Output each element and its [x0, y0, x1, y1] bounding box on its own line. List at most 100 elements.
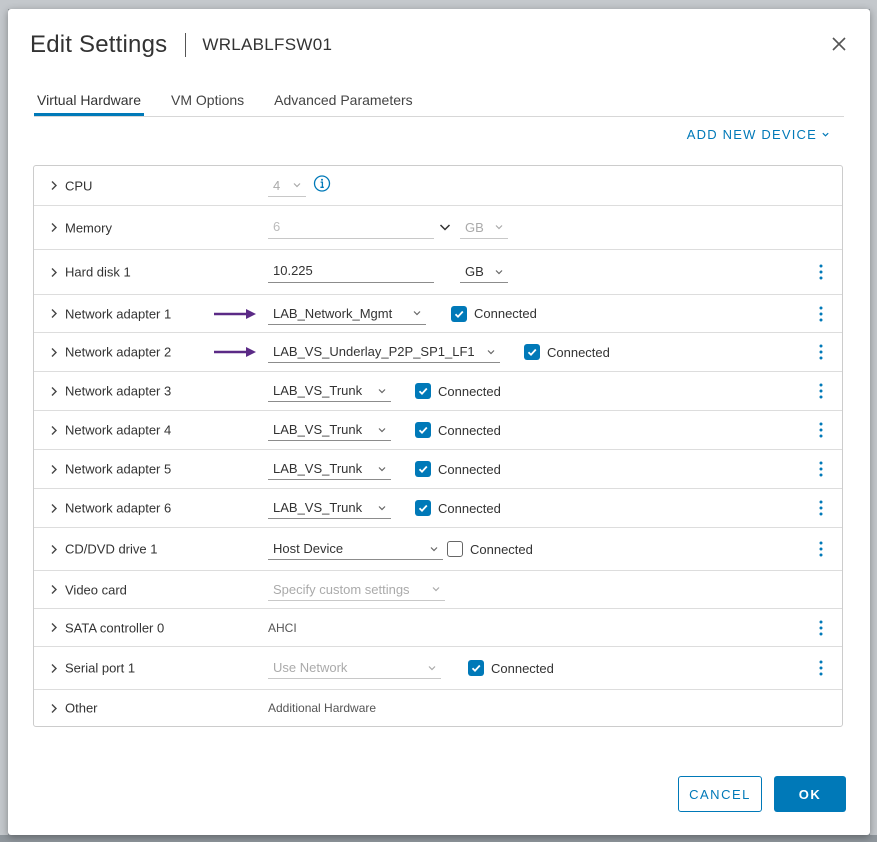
chevron-down-icon — [293, 183, 301, 188]
cd-dvd-connected-checkbox[interactable]: Connected — [447, 541, 533, 557]
memory-dropdown-toggle[interactable] — [438, 220, 454, 236]
expand-video-card[interactable]: Video card — [48, 582, 127, 597]
expand-hard-disk-1[interactable]: Hard disk 1 — [48, 265, 131, 280]
background-strip — [870, 9, 877, 835]
more-actions-icon[interactable] — [814, 619, 828, 637]
chevron-down-icon — [413, 311, 421, 316]
network-adapter-5-value: LAB_VS_Trunk — [273, 461, 363, 476]
hardware-row-video-card: Video card Specify custom settings — [34, 571, 842, 609]
more-actions-icon[interactable] — [814, 343, 828, 361]
chevron-down-icon — [378, 427, 386, 432]
connected-label: Connected — [438, 422, 501, 438]
more-actions-icon[interactable] — [814, 305, 828, 323]
connected-label: Connected — [491, 660, 554, 676]
more-actions-icon[interactable] — [814, 460, 828, 478]
expand-network-adapter-4[interactable]: Network adapter 4 — [48, 423, 171, 438]
expand-network-adapter-3[interactable]: Network adapter 3 — [48, 384, 171, 399]
expand-other[interactable]: Other — [48, 701, 98, 716]
video-card-settings-value: Specify custom settings — [273, 581, 410, 597]
network-adapter-2-connected-checkbox[interactable]: Connected — [524, 344, 610, 360]
tab-advanced-parameters[interactable]: Advanced Parameters — [271, 89, 416, 116]
network-adapter-4-select[interactable]: LAB_VS_Trunk — [268, 419, 391, 441]
network-adapter-3-select[interactable]: LAB_VS_Trunk — [268, 380, 391, 402]
chevron-right-icon — [51, 623, 57, 632]
background-strip — [0, 0, 877, 9]
expand-sata-controller-0[interactable]: SATA controller 0 — [48, 620, 164, 635]
cd-dvd-device-select[interactable]: Host Device — [268, 538, 443, 560]
expand-network-adapter-1[interactable]: Network adapter 1 — [48, 306, 171, 321]
expand-network-adapter-5[interactable]: Network adapter 5 — [48, 462, 171, 477]
expand-network-adapter-2[interactable]: Network adapter 2 — [48, 345, 171, 360]
more-actions-icon[interactable] — [814, 659, 828, 677]
memory-unit-value: GB — [465, 219, 484, 235]
chevron-right-icon — [51, 503, 57, 513]
tabs-divider — [34, 116, 844, 117]
cancel-button[interactable]: CANCEL — [678, 776, 762, 812]
add-new-device-button[interactable]: ADD NEW DEVICE — [687, 127, 830, 142]
checkbox-checked-icon — [415, 422, 431, 438]
tab-vm-options[interactable]: VM Options — [168, 89, 247, 116]
more-actions-icon[interactable] — [814, 263, 828, 281]
close-icon[interactable] — [830, 35, 848, 53]
network-adapter-3-connected-checkbox[interactable]: Connected — [415, 383, 501, 399]
hardware-row-network-adapter-1: Network adapter 1 LAB_Network_Mgmt Conne… — [34, 295, 842, 333]
network-adapter-1-connected-checkbox[interactable]: Connected — [451, 305, 537, 322]
more-actions-icon[interactable] — [814, 540, 828, 558]
chevron-down-icon — [430, 546, 438, 551]
hardware-row-other: Other Additional Hardware — [34, 690, 842, 726]
network-adapter-1-value: LAB_Network_Mgmt — [273, 305, 393, 321]
expand-cpu[interactable]: CPU — [48, 178, 92, 193]
chevron-right-icon — [51, 663, 57, 673]
network-adapter-4-value: LAB_VS_Trunk — [273, 422, 363, 437]
network-adapter-2-select[interactable]: LAB_VS_Underlay_P2P_SP1_LF1 — [268, 341, 500, 363]
hard-disk-size-input[interactable]: 10.225 — [268, 261, 434, 283]
hardware-row-hard-disk-1: Hard disk 1 10.225 GB — [34, 250, 842, 295]
network-adapter-6-select[interactable]: LAB_VS_Trunk — [268, 497, 391, 519]
dialog-title: Edit Settings — [30, 31, 168, 58]
serial-port-connected-checkbox[interactable]: Connected — [468, 660, 554, 676]
more-actions-icon[interactable] — [814, 382, 828, 400]
network-adapter-6-connected-checkbox[interactable]: Connected — [415, 500, 501, 516]
tab-virtual-hardware[interactable]: Virtual Hardware — [34, 89, 145, 116]
sata-controller-type: AHCI — [268, 620, 297, 635]
checkbox-checked-icon — [415, 383, 431, 399]
chevron-right-icon — [51, 267, 57, 277]
expand-serial-port-1[interactable]: Serial port 1 — [48, 661, 135, 676]
memory-label: Memory — [65, 220, 112, 235]
cd-dvd-device-value: Host Device — [273, 541, 344, 556]
network-adapter-5-select[interactable]: LAB_VS_Trunk — [268, 458, 391, 480]
video-card-settings-select[interactable]: Specify custom settings — [268, 579, 445, 601]
edit-settings-dialog: Edit Settings WRLABLFSW01 Virtual Hardwa… — [8, 9, 870, 835]
chevron-down-icon — [432, 587, 440, 592]
network-adapter-5-connected-checkbox[interactable]: Connected — [415, 461, 501, 477]
memory-input[interactable]: 6 — [268, 217, 434, 239]
more-actions-icon[interactable] — [814, 499, 828, 517]
cpu-count-value: 4 — [273, 177, 281, 193]
expand-cd-dvd-drive-1[interactable]: CD/DVD drive 1 — [48, 542, 157, 557]
annotation-arrow-icon — [214, 347, 256, 357]
ok-button[interactable]: OK — [774, 776, 846, 812]
chevron-right-icon — [51, 223, 57, 232]
memory-unit-select[interactable]: GB — [460, 217, 508, 239]
chevron-right-icon — [51, 585, 57, 594]
chevron-right-icon — [51, 703, 57, 713]
cpu-count-select[interactable]: 4 — [268, 175, 306, 197]
chevron-right-icon — [51, 181, 57, 190]
cpu-label: CPU — [65, 178, 93, 193]
more-actions-icon[interactable] — [814, 421, 828, 439]
hardware-row-network-adapter-4: Network adapter 4 LAB_VS_Trunk Connected — [34, 411, 842, 450]
chevron-down-icon — [487, 349, 495, 354]
expand-memory[interactable]: Memory — [48, 220, 112, 235]
checkbox-unchecked-icon — [447, 541, 463, 557]
serial-port-type-select[interactable]: Use Network — [268, 657, 441, 679]
chevron-down-icon — [439, 223, 451, 231]
network-adapter-1-select[interactable]: LAB_Network_Mgmt — [268, 303, 426, 325]
hard-disk-unit-select[interactable]: GB — [460, 261, 508, 283]
info-icon[interactable] — [313, 174, 331, 192]
checkbox-checked-icon — [468, 660, 484, 676]
chevron-down-icon — [428, 665, 436, 670]
chevron-down-icon — [378, 388, 386, 393]
vm-name: WRLABLFSW01 — [202, 35, 333, 54]
network-adapter-4-connected-checkbox[interactable]: Connected — [415, 422, 501, 438]
expand-network-adapter-6[interactable]: Network adapter 6 — [48, 501, 171, 516]
